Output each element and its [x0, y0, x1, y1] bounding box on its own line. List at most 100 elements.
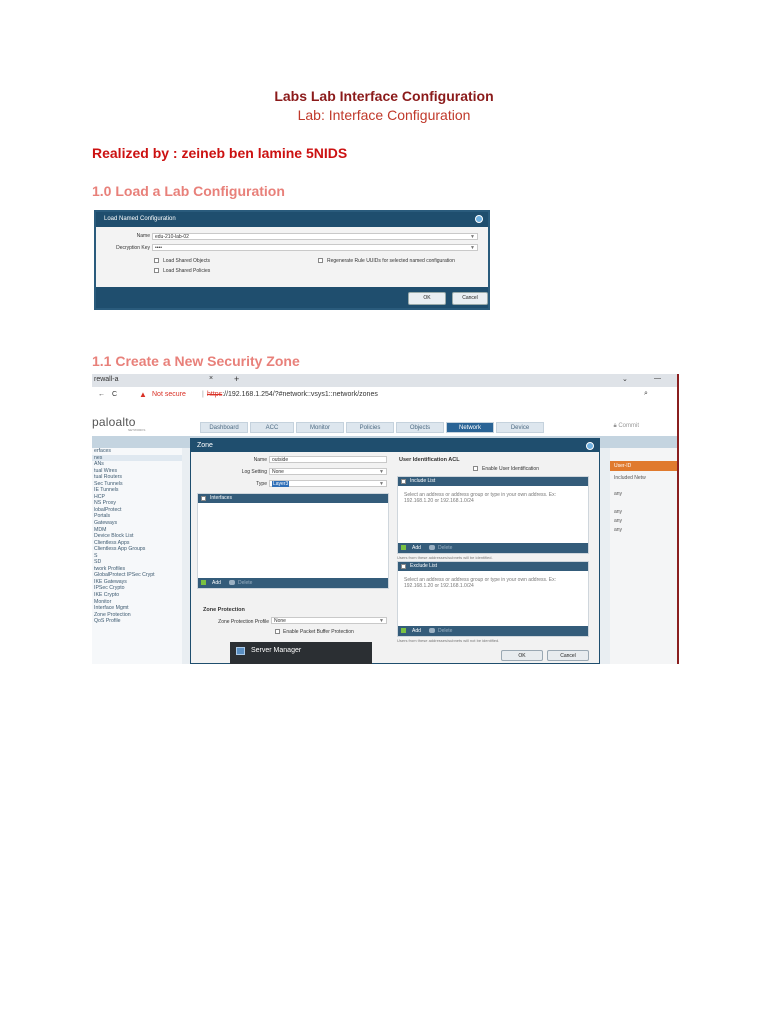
tab-objects[interactable]: Objects — [396, 422, 444, 433]
exclude-list-label: Exclude List — [410, 563, 437, 569]
select-all-checkbox[interactable] — [401, 564, 406, 569]
user-id-column-header[interactable]: User-ID — [610, 461, 677, 471]
cancel-button[interactable]: Cancel — [452, 292, 488, 305]
user-id-acl-header: User Identification ACL — [399, 457, 460, 463]
commit-button[interactable]: 🔒︎ Commit — [613, 423, 639, 430]
add-icon[interactable] — [401, 545, 406, 550]
packet-buffer-checkbox[interactable] — [275, 629, 280, 634]
zone-protection-profile-label: Zone Protection Profile — [218, 619, 269, 625]
dropdown-arrow-icon[interactable]: ▼ — [379, 469, 384, 476]
close-tab-icon[interactable]: × — [209, 375, 213, 382]
help-icon[interactable] — [475, 215, 483, 223]
zone-protection-profile-select[interactable]: None ▼ — [271, 617, 387, 624]
not-secure-label: Not secure — [152, 391, 186, 398]
add-button[interactable]: Add — [412, 628, 421, 634]
regenerate-uuid-label: Regenerate Rule UUIDs for selected named… — [327, 258, 455, 264]
type-select[interactable]: Layer3 ▼ — [269, 480, 387, 487]
table-cell: any — [614, 527, 623, 533]
ok-button[interactable]: OK — [501, 650, 543, 661]
include-list-hint: Select an address or address group or ty… — [404, 492, 557, 504]
enable-user-id-label: Enable User Identification — [482, 466, 539, 472]
delete-icon[interactable] — [429, 545, 435, 550]
zoom-icon[interactable]: ⌕ — [644, 390, 648, 398]
include-list-header[interactable]: Include List — [398, 477, 588, 486]
tab-network[interactable]: Network — [446, 422, 494, 433]
exclude-list-panel: Exclude List Select an address or addres… — [397, 561, 589, 637]
exclude-list-header[interactable]: Exclude List — [398, 562, 588, 571]
tab-monitor[interactable]: Monitor — [296, 422, 344, 433]
interfaces-panel: Interfaces Add Delete — [197, 493, 389, 589]
reload-icon[interactable]: C — [112, 391, 117, 398]
dropdown-arrow-icon[interactable]: ▼ — [470, 234, 475, 241]
log-setting-label: Log Setting — [241, 469, 267, 475]
include-note: Users from these addresses/subnets will … — [397, 555, 493, 560]
type-label: Type — [256, 481, 267, 487]
dropdown-arrow-icon[interactable]: ▼ — [379, 618, 384, 625]
add-button[interactable]: Add — [412, 545, 421, 551]
delete-button[interactable]: Delete — [238, 578, 252, 588]
table-cell: Included Netw — [614, 475, 646, 481]
zone-name-value: outside — [272, 457, 289, 463]
delete-button[interactable]: Delete — [438, 543, 452, 553]
enable-user-id-checkbox[interactable] — [473, 466, 478, 471]
include-list-panel: Include List Select an address or addres… — [397, 476, 589, 554]
chevron-down-icon[interactable]: ⌄ — [622, 375, 628, 383]
zone-protection-header: Zone Protection — [203, 607, 245, 613]
cancel-button[interactable]: Cancel — [547, 650, 589, 661]
load-shared-policies-checkbox[interactable] — [154, 268, 159, 273]
decryption-key-label: Decryption Key — [116, 245, 150, 251]
delete-button[interactable]: Delete — [438, 626, 452, 636]
decryption-key-field[interactable]: •••• ▼ — [152, 244, 478, 251]
load-shared-policies-label: Load Shared Policies — [163, 268, 211, 274]
delete-icon[interactable] — [429, 628, 435, 633]
name-label: Name — [136, 233, 150, 239]
url-text[interactable]: https://192.168.1.254/?#network::vsys1::… — [207, 391, 378, 398]
address-divider: | — [202, 391, 204, 398]
tab-dashboard[interactable]: Dashboard — [200, 422, 248, 433]
document-subtitle: Lab: Interface Configuration — [297, 107, 471, 123]
tab-acc[interactable]: ACC — [250, 422, 294, 433]
server-manager-label: Server Manager — [251, 647, 302, 654]
lock-icon: 🔒︎ — [613, 423, 617, 429]
help-icon[interactable] — [586, 442, 594, 450]
tab-device[interactable]: Device — [496, 422, 544, 433]
load-shared-objects-checkbox[interactable] — [154, 258, 159, 263]
regenerate-uuid-checkbox[interactable] — [318, 258, 323, 263]
server-manager-icon — [236, 647, 245, 655]
network-sidebar: erfaces nes ANs tual Wires tual Routers … — [92, 448, 182, 664]
delete-icon[interactable] — [229, 580, 235, 585]
name-field[interactable]: edu-210-lab-02 ▼ — [152, 233, 478, 240]
minimize-icon[interactable]: — — [654, 375, 661, 382]
url-protocol: https — [207, 391, 223, 398]
exclude-list-hint: Select an address or address group or ty… — [404, 577, 557, 589]
log-setting-select[interactable]: None ▼ — [269, 468, 387, 475]
select-all-checkbox[interactable] — [401, 479, 406, 484]
add-icon[interactable] — [401, 628, 406, 633]
commit-label: Commit — [618, 423, 639, 429]
zone-name-field[interactable]: outside — [269, 456, 387, 463]
interfaces-header[interactable]: Interfaces — [198, 494, 388, 503]
dropdown-arrow-icon[interactable]: ▼ — [470, 245, 475, 252]
interfaces-footer: Add Delete — [198, 578, 388, 588]
decryption-key-value: •••• — [155, 245, 163, 251]
tab-policies[interactable]: Policies — [346, 422, 394, 433]
warning-icon: ▲ — [139, 390, 147, 399]
load-shared-objects-label: Load Shared Objects — [163, 258, 210, 264]
ok-button[interactable]: OK — [408, 292, 446, 305]
zone-dialog-title-bar: Zone — [191, 439, 599, 452]
section-heading-2: 1.1 Create a New Security Zone — [92, 353, 300, 369]
dropdown-arrow-icon[interactable]: ▼ — [379, 481, 384, 488]
add-icon[interactable] — [201, 580, 206, 585]
server-manager-taskbar[interactable]: Server Manager — [230, 642, 372, 664]
table-cell: any — [614, 518, 623, 524]
browser-tab-bar: rewall-a × + ⌄ — — [92, 374, 677, 387]
back-icon[interactable]: ← — [98, 391, 105, 398]
new-tab-icon[interactable]: + — [234, 374, 239, 384]
browser-tab-title[interactable]: rewall-a — [94, 376, 119, 383]
author-line: Realized by : zeineb ben lamine 5NIDS — [92, 145, 348, 161]
add-button[interactable]: Add — [212, 580, 221, 586]
sidebar-item[interactable]: QoS Profile — [92, 618, 182, 625]
address-bar: ← C ▲ Not secure | https://192.168.1.254… — [92, 387, 677, 405]
select-all-checkbox[interactable] — [201, 496, 206, 501]
dialog-title: Load Named Configuration — [104, 216, 176, 222]
